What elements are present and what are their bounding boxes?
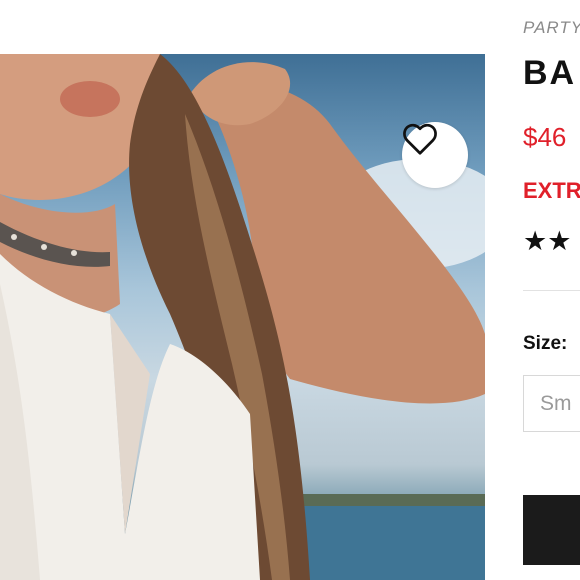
promo-text: EXTR [523,178,580,203]
divider [523,290,580,291]
product-category[interactable]: PARTY [523,18,580,38]
size-label: Size: [523,333,568,354]
product-info-panel: PARTY BA $46 EXTR ★★ Size: Sm [523,0,580,580]
product-photo [0,54,485,580]
size-select[interactable]: Sm [523,375,580,432]
heart-outline-icon [403,123,437,155]
size-select-value: Sm [540,391,572,415]
product-title: BA [523,54,577,92]
product-price: $46 [523,122,567,152]
favorite-button[interactable] [402,122,468,188]
add-to-cart-button[interactable] [523,495,580,565]
rating-stars[interactable]: ★★ [523,228,571,255]
star-icon: ★★ [523,226,572,256]
